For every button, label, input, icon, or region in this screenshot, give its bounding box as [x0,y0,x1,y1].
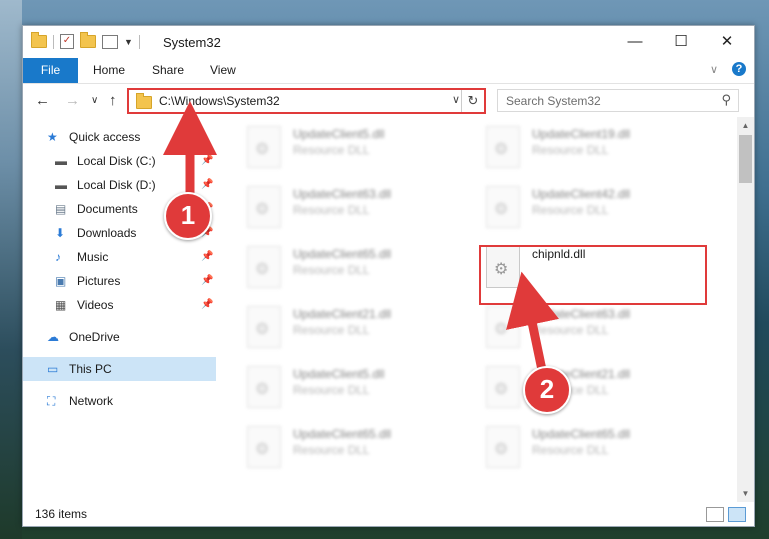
callout-badge: 1 [164,192,212,240]
arrow-to-file [506,271,559,371]
callout-badge: 2 [523,366,571,414]
annotation-arrows [163,101,559,371]
